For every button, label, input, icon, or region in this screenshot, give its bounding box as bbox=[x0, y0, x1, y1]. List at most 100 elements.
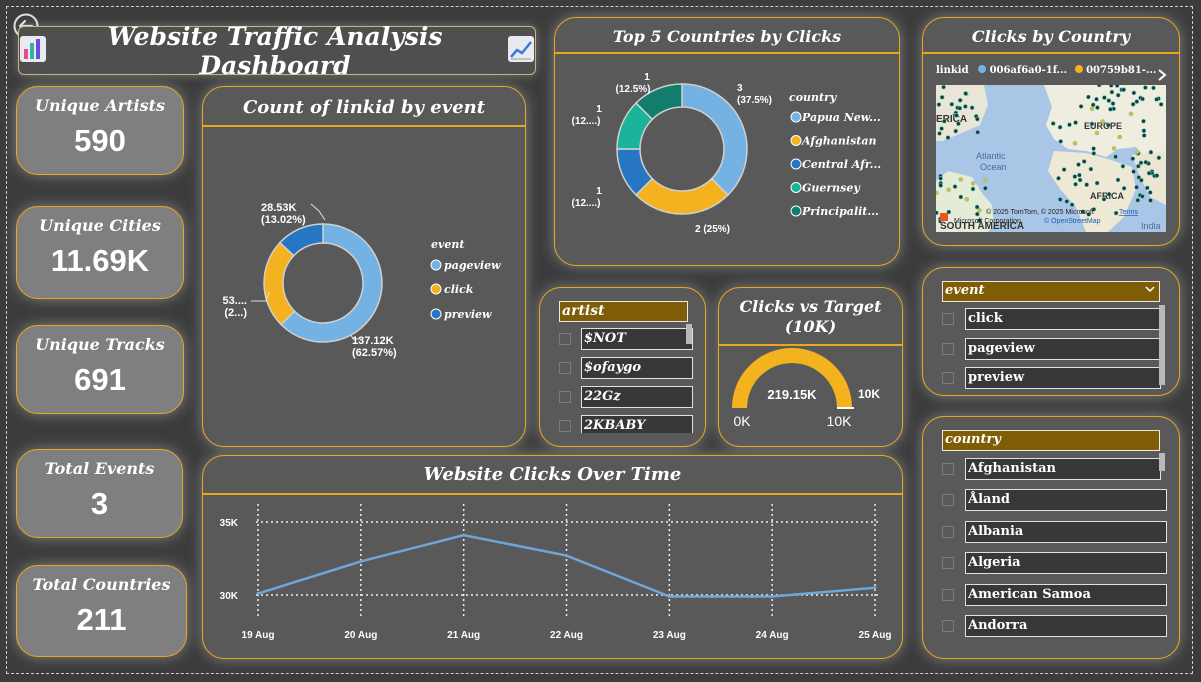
map-point[interactable] bbox=[1114, 85, 1120, 88]
map-point[interactable] bbox=[1108, 85, 1114, 88]
map-point[interactable] bbox=[1096, 85, 1102, 88]
data-point[interactable] bbox=[873, 586, 877, 590]
map-point[interactable] bbox=[983, 177, 988, 183]
country-option[interactable]: Andorra bbox=[942, 615, 1167, 637]
data-point[interactable] bbox=[359, 559, 363, 563]
map-point[interactable] bbox=[1073, 120, 1078, 125]
event-option[interactable]: click bbox=[942, 308, 1161, 330]
map-point[interactable] bbox=[1156, 155, 1162, 161]
map-point[interactable] bbox=[1134, 184, 1139, 190]
map-point[interactable] bbox=[1113, 154, 1118, 159]
map-point[interactable] bbox=[1072, 174, 1078, 179]
map-point[interactable] bbox=[1090, 102, 1096, 108]
data-point[interactable] bbox=[462, 533, 466, 537]
map-point[interactable] bbox=[945, 135, 951, 140]
map-point[interactable] bbox=[938, 176, 943, 181]
line-chart-card[interactable]: Website Clicks Over Time 19 Aug 20 Aug 21 … bbox=[202, 455, 903, 659]
checkbox[interactable] bbox=[942, 313, 954, 325]
map-point[interactable] bbox=[1095, 105, 1100, 110]
map-point[interactable] bbox=[1130, 101, 1136, 107]
map-point[interactable] bbox=[1108, 106, 1113, 112]
event-slice[interactable] bbox=[263, 241, 296, 326]
map-point[interactable] bbox=[936, 190, 939, 196]
map-point[interactable] bbox=[1141, 133, 1147, 138]
map-point[interactable] bbox=[1094, 96, 1099, 102]
event-option[interactable]: pageview bbox=[942, 338, 1161, 360]
map-point[interactable] bbox=[1131, 169, 1136, 174]
map-point[interactable] bbox=[1134, 99, 1140, 104]
artist-option[interactable]: 22Gz bbox=[559, 386, 693, 408]
event-option[interactable]: preview bbox=[942, 367, 1161, 389]
map-point[interactable] bbox=[1120, 164, 1126, 169]
map-point[interactable] bbox=[1102, 95, 1107, 100]
event-donut-card[interactable]: Count of linkid by event 28.53K (13.02%) … bbox=[202, 86, 526, 447]
map-point[interactable] bbox=[1146, 170, 1152, 176]
map-point[interactable] bbox=[1089, 106, 1095, 112]
data-point[interactable] bbox=[565, 554, 568, 558]
map-point[interactable] bbox=[974, 211, 980, 217]
map-point[interactable] bbox=[942, 118, 947, 124]
map-point[interactable] bbox=[977, 208, 982, 213]
artist-option[interactable]: $ofaygo bbox=[559, 357, 693, 379]
map-point[interactable] bbox=[1094, 130, 1100, 136]
map-point[interactable] bbox=[970, 181, 976, 186]
map-point[interactable] bbox=[1088, 166, 1094, 172]
map-point[interactable] bbox=[1158, 102, 1164, 107]
map-point[interactable] bbox=[963, 91, 968, 96]
data-point[interactable] bbox=[667, 594, 671, 598]
map-osm-link[interactable]: © OpenStreetMap bbox=[1044, 217, 1101, 225]
artist-option[interactable]: $NOT bbox=[559, 328, 693, 350]
map-point[interactable] bbox=[1136, 163, 1141, 169]
map-point[interactable] bbox=[1145, 185, 1150, 191]
map-point[interactable] bbox=[1121, 186, 1127, 191]
map-point[interactable] bbox=[1138, 160, 1144, 166]
map-point[interactable] bbox=[1151, 85, 1156, 91]
map-point[interactable] bbox=[1110, 101, 1116, 106]
map-point[interactable] bbox=[1056, 176, 1061, 181]
map-point[interactable] bbox=[963, 104, 968, 109]
map-point[interactable] bbox=[958, 177, 964, 182]
map-point[interactable] bbox=[952, 184, 958, 189]
map-point[interactable] bbox=[946, 187, 951, 193]
country-option[interactable]: Afghanistan bbox=[942, 458, 1161, 480]
map-point[interactable] bbox=[1148, 190, 1153, 195]
country-option[interactable]: Åland bbox=[942, 489, 1167, 511]
country-option[interactable]: American Samoa bbox=[942, 584, 1167, 606]
map-point[interactable] bbox=[1086, 94, 1091, 100]
map-point[interactable] bbox=[1140, 96, 1145, 102]
map-point[interactable] bbox=[1143, 85, 1148, 90]
checkbox[interactable] bbox=[559, 333, 571, 345]
map-point[interactable] bbox=[936, 102, 942, 107]
map-point[interactable] bbox=[1134, 150, 1139, 155]
map-point[interactable] bbox=[970, 186, 976, 192]
map-point[interactable] bbox=[1121, 87, 1126, 92]
checkbox[interactable] bbox=[942, 589, 954, 601]
checkbox[interactable] bbox=[942, 343, 954, 355]
map-point[interactable] bbox=[958, 194, 964, 200]
map-point[interactable] bbox=[975, 116, 980, 122]
map-point[interactable] bbox=[939, 126, 944, 131]
map-point[interactable] bbox=[938, 183, 943, 188]
checkbox[interactable] bbox=[942, 372, 954, 384]
world-map[interactable]: ERICA EUROPE AFRICA Atlantic Ocean India… bbox=[936, 85, 1166, 232]
map-point[interactable] bbox=[1139, 178, 1144, 183]
legend-item-click[interactable]: click bbox=[430, 283, 474, 296]
map-point[interactable] bbox=[941, 85, 946, 90]
map-point[interactable] bbox=[1101, 196, 1107, 202]
map-point[interactable] bbox=[1113, 210, 1119, 216]
country-slicer-scrollbar[interactable] bbox=[1159, 453, 1165, 471]
map-legend-item[interactable]: 00759b81-... bbox=[1086, 65, 1156, 76]
event-slicer-dropdown[interactable]: event bbox=[942, 281, 1160, 302]
map-legend-item[interactable]: 006af6a0-1f... bbox=[990, 65, 1068, 76]
map-point[interactable] bbox=[1141, 118, 1146, 124]
map-point[interactable] bbox=[954, 113, 959, 118]
map-point[interactable] bbox=[1100, 119, 1105, 124]
map-point[interactable] bbox=[1130, 156, 1136, 161]
map-point[interactable] bbox=[1050, 121, 1056, 126]
data-point[interactable] bbox=[256, 592, 260, 596]
map-point[interactable] bbox=[1106, 191, 1112, 197]
legend-item-country[interactable]: Papua New... bbox=[790, 111, 881, 124]
map-point[interactable] bbox=[1064, 199, 1070, 204]
map-point[interactable] bbox=[1084, 182, 1089, 187]
map-point[interactable] bbox=[957, 98, 963, 103]
